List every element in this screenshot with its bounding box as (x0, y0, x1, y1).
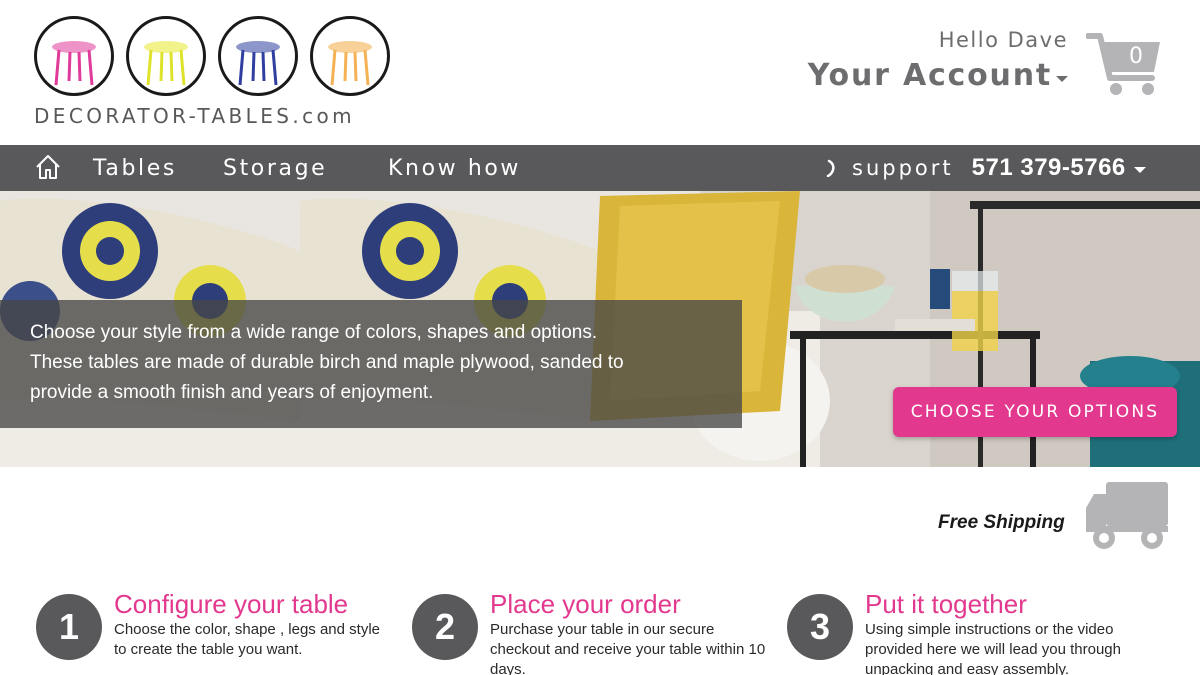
cart-count: 0 (1129, 44, 1143, 69)
home-icon[interactable] (34, 153, 62, 181)
page: DECORATOR-TABLES.com Hello Dave Your Acc… (0, 0, 1200, 675)
hero-banner: Choose your style from a wide range of c… (0, 191, 1200, 467)
hero-text-line-2: These tables are made of durable birch a… (30, 352, 624, 373)
phone-icon (826, 159, 835, 177)
support-label: support (852, 156, 954, 180)
nav-item-know-how[interactable]: Know how (388, 156, 521, 181)
account-area: Hello Dave Your Account (808, 28, 1068, 93)
orange-table-icon (310, 16, 390, 96)
your-account-menu[interactable]: Your Account (808, 58, 1068, 93)
hero-text-line-3: provide a smooth finish and years of enj… (30, 382, 434, 403)
caret-down-icon (1056, 75, 1068, 82)
step-title: Configure your table (114, 589, 349, 619)
account-link-label: Your Account (807, 58, 1052, 93)
hero-text-line-1: Choose your style from a wide range of c… (30, 322, 598, 343)
support-phone-menu[interactable]: support 571 379-5766 (826, 154, 1146, 182)
step-number-badge: 3 (787, 594, 853, 660)
logo-table-icons (34, 16, 394, 96)
site-logo[interactable]: DECORATOR-TABLES.com (34, 16, 394, 128)
step-description: Purchase your table in our secure checko… (490, 621, 766, 675)
step-title: Place your order (490, 589, 681, 619)
yellow-table-icon (126, 16, 206, 96)
step-number-badge: 1 (36, 594, 102, 660)
greeting-text: Hello Dave (938, 28, 1068, 52)
truck-icon (1086, 482, 1168, 550)
step-number-badge: 2 (412, 594, 478, 660)
cart-button[interactable]: 0 (1085, 32, 1162, 98)
pink-table-icon (34, 16, 114, 96)
support-phone-number: 571 379-5766 (971, 154, 1126, 181)
caret-down-icon (1133, 167, 1146, 173)
choose-your-options-button[interactable]: CHOOSE YOUR OPTIONS (893, 387, 1177, 437)
logo-text: DECORATOR-TABLES.com (34, 104, 355, 128)
main-nav: Tables Storage Know how support 571 379-… (0, 145, 1200, 191)
blue-table-icon (218, 16, 298, 96)
hero-text-panel: Choose your style from a wide range of c… (0, 300, 742, 428)
hero-description: Choose your style from a wide range of c… (30, 318, 730, 408)
step-title: Put it together (865, 589, 1027, 619)
step-description: Using simple instructions or the video p… (865, 621, 1121, 675)
step-description: Choose the color, shape , legs and style… (114, 621, 381, 658)
free-shipping-label: Free Shipping (938, 512, 1065, 533)
nav-item-storage[interactable]: Storage (223, 156, 327, 181)
nav-item-tables[interactable]: Tables (93, 156, 177, 181)
